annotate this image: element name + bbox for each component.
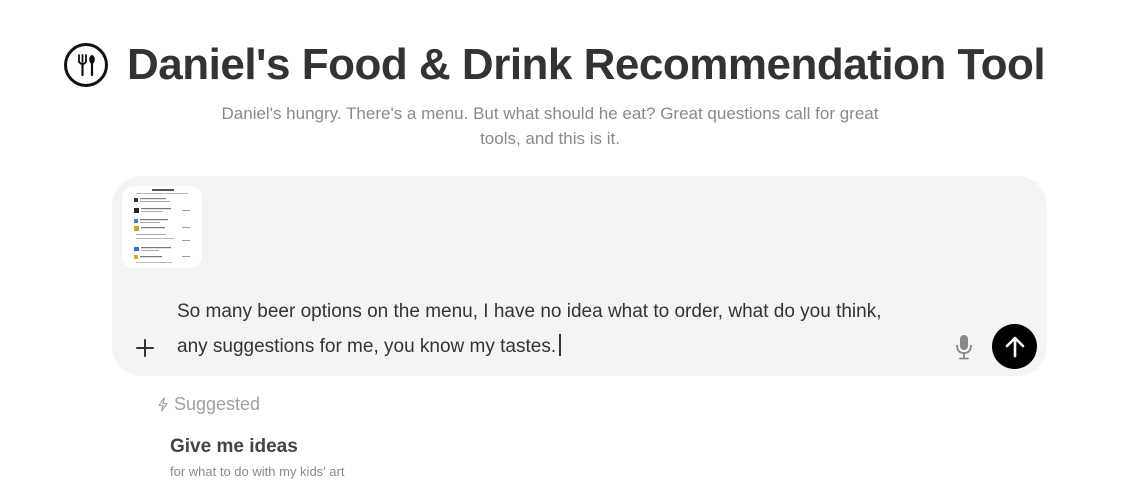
prompt-line-with-caret: any suggestions for me, you know my tast… — [177, 329, 927, 364]
suggested-heading: Suggested — [157, 394, 260, 415]
menu-image-icon — [122, 186, 202, 268]
microphone-icon[interactable] — [952, 333, 976, 361]
prompt-input[interactable]: So many beer options on the menu, I have… — [177, 294, 927, 364]
send-button[interactable] — [992, 324, 1037, 369]
subtitle-line: Daniel's hungry. There's a menu. But wha… — [221, 104, 879, 123]
subtitle-line: tools, and this is it. — [480, 129, 620, 148]
page-header: Daniel's Food & Drink Recommendation Too… — [64, 40, 1046, 90]
fork-spoon-icon — [64, 43, 108, 87]
lightning-icon — [158, 397, 168, 412]
prompt-line: So many beer options on the menu, I have… — [177, 301, 882, 322]
suggestion-title: Give me ideas — [170, 436, 298, 457]
arrow-up-icon — [1005, 336, 1024, 357]
page-title: Daniel's Food & Drink Recommendation Too… — [127, 40, 1046, 89]
prompt-line: any suggestions for me, you know my tast… — [177, 336, 557, 357]
text-caret — [559, 334, 561, 356]
page-subtitle: Daniel's hungry. There's a menu. But wha… — [210, 101, 890, 151]
suggestion-subtitle: for what to do with my kids' art — [170, 464, 345, 479]
prompt-composer: So many beer options on the menu, I have… — [112, 176, 1047, 376]
plus-icon[interactable] — [131, 334, 159, 362]
attachment-thumbnail[interactable] — [122, 186, 202, 268]
suggestion-item[interactable]: Give me ideas for what to do with my kid… — [170, 436, 344, 480]
suggested-label: Suggested — [174, 394, 261, 414]
